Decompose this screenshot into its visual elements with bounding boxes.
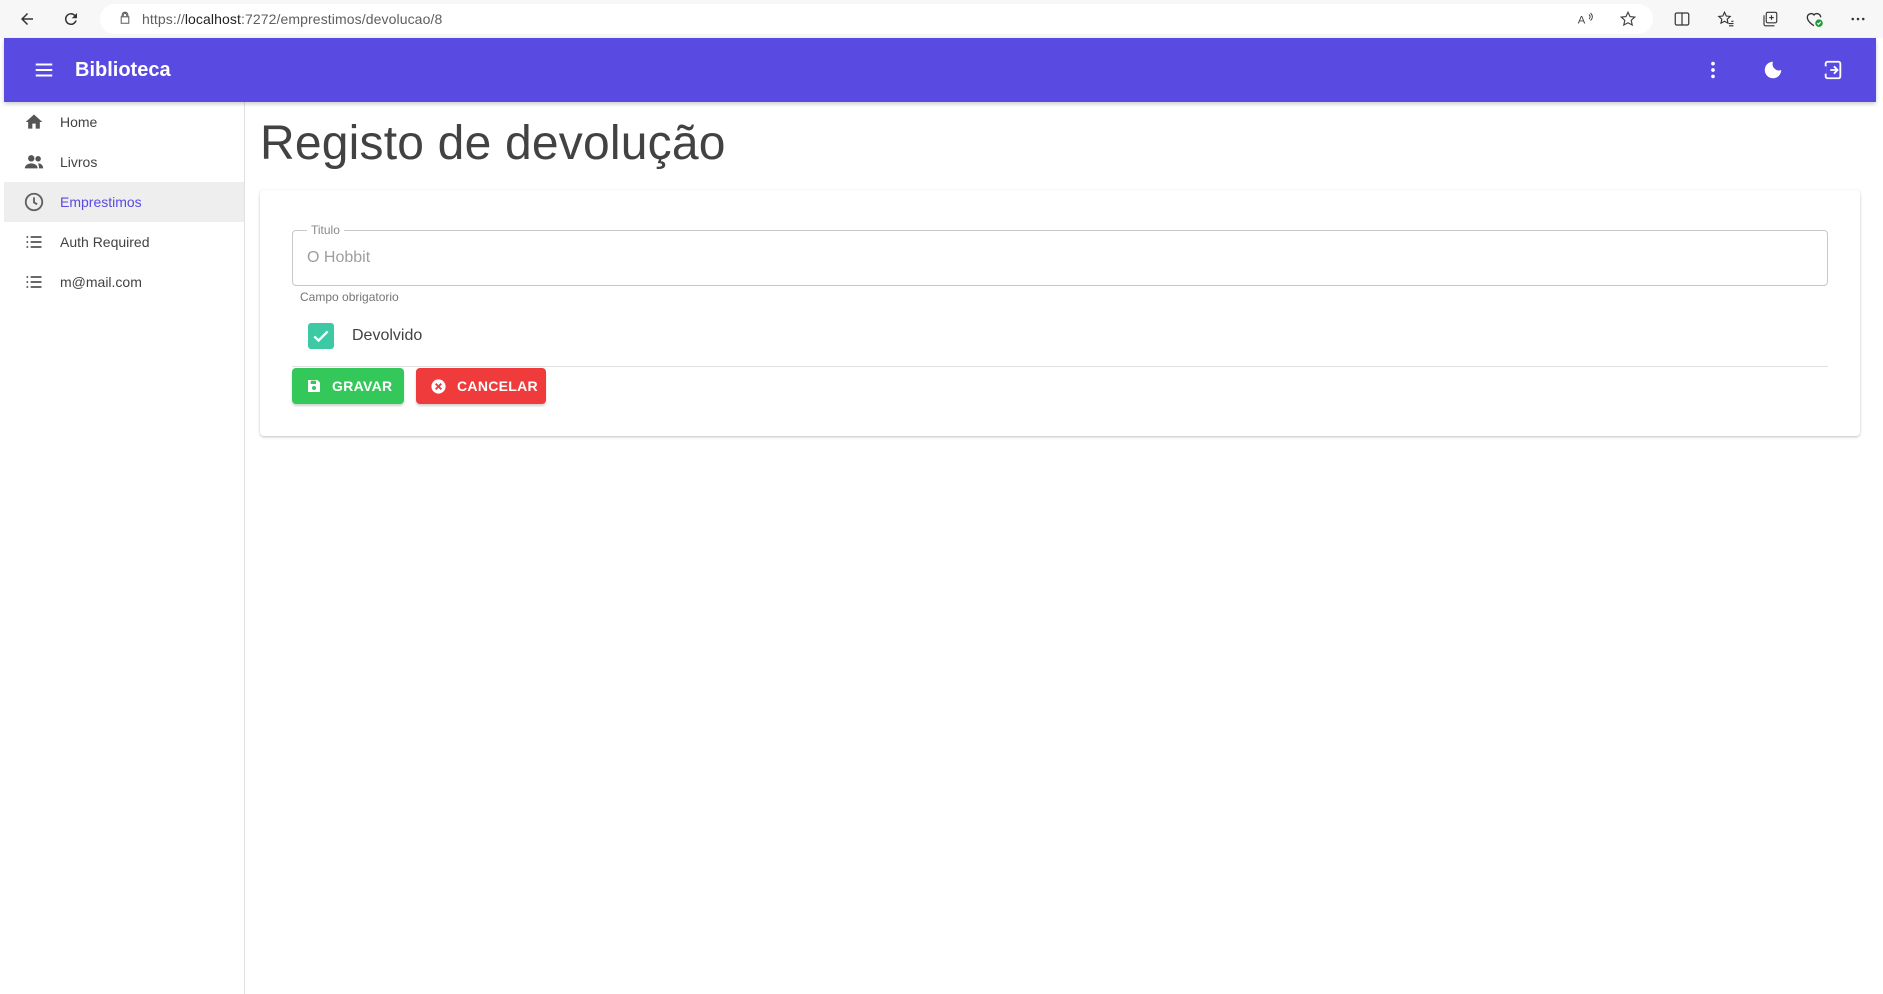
people-icon: [22, 150, 46, 174]
titulo-helper-text: Campo obrigatorio: [300, 290, 399, 304]
nav-label: Home: [60, 114, 98, 130]
cancel-button[interactable]: CANCELAR: [416, 368, 546, 404]
browser-essentials-icon[interactable]: [1803, 8, 1825, 30]
menu-icon[interactable]: [24, 50, 64, 90]
nav-item-auth-required[interactable]: Auth Required: [4, 222, 244, 262]
divider: [292, 366, 1828, 367]
address-bar[interactable]: https://localhost:7272/emprestimos/devol…: [100, 4, 1653, 34]
home-icon: [22, 110, 46, 134]
main-content: Registo de devolução Titulo Campo obriga…: [245, 102, 1876, 994]
more-icon[interactable]: [1847, 8, 1869, 30]
nav-label: Emprestimos: [60, 194, 142, 210]
app-bar: Biblioteca: [4, 38, 1876, 102]
read-aloud-icon[interactable]: A: [1575, 8, 1597, 30]
more-vert-icon[interactable]: [1696, 53, 1730, 87]
list-icon: [22, 270, 46, 294]
list-icon: [22, 230, 46, 254]
split-screen-icon[interactable]: [1671, 8, 1693, 30]
nav-label: Auth Required: [60, 234, 150, 250]
back-arrow-icon[interactable]: [13, 5, 41, 33]
nav-item-home[interactable]: Home: [4, 102, 244, 142]
nav-item-user-email[interactable]: m@mail.com: [4, 262, 244, 302]
save-button[interactable]: GRAVAR: [292, 368, 404, 404]
collections-icon[interactable]: [1759, 8, 1781, 30]
url-path: :7272/emprestimos/devolucao/8: [240, 11, 443, 27]
app-title: Biblioteca: [75, 58, 171, 81]
star-icon[interactable]: [1617, 8, 1639, 30]
url-scheme: https://: [142, 11, 185, 27]
dark-mode-icon[interactable]: [1756, 53, 1790, 87]
nav-label: m@mail.com: [60, 274, 142, 290]
devolvido-label: Devolvido: [352, 327, 423, 344]
favorites-icon[interactable]: [1715, 8, 1737, 30]
nav-drawer: Home Livros Emprestimos Auth Required m@…: [4, 102, 245, 994]
nav-label: Livros: [60, 154, 98, 170]
return-form-card: Titulo Campo obrigatorio Devolvido GRAVA…: [260, 190, 1860, 436]
titulo-input[interactable]: [305, 245, 1805, 271]
check-icon: [313, 330, 329, 343]
titulo-field[interactable]: Titulo: [292, 223, 1828, 286]
url-text[interactable]: https://localhost:7272/emprestimos/devol…: [142, 11, 442, 27]
devolvido-checkbox[interactable]: [308, 323, 334, 349]
reload-icon[interactable]: [57, 5, 85, 33]
devolvido-checkbox-row[interactable]: Devolvido: [308, 320, 422, 352]
save-icon: [306, 377, 322, 395]
browser-toolbar: https://localhost:7272/emprestimos/devol…: [0, 0, 1883, 38]
svg-text:A: A: [1578, 15, 1586, 27]
cancel-button-label: CANCELAR: [457, 378, 538, 394]
page-title: Registo de devolução: [260, 117, 726, 170]
logout-icon[interactable]: [1816, 53, 1850, 87]
url-host: localhost: [184, 11, 241, 27]
clock-icon: [22, 190, 46, 214]
cancel-icon: [430, 377, 447, 395]
nav-item-livros[interactable]: Livros: [4, 142, 244, 182]
nav-item-emprestimos[interactable]: Emprestimos: [4, 182, 244, 222]
titulo-label: Titulo: [307, 223, 344, 237]
lock-icon[interactable]: [118, 11, 132, 28]
save-button-label: GRAVAR: [332, 378, 393, 394]
